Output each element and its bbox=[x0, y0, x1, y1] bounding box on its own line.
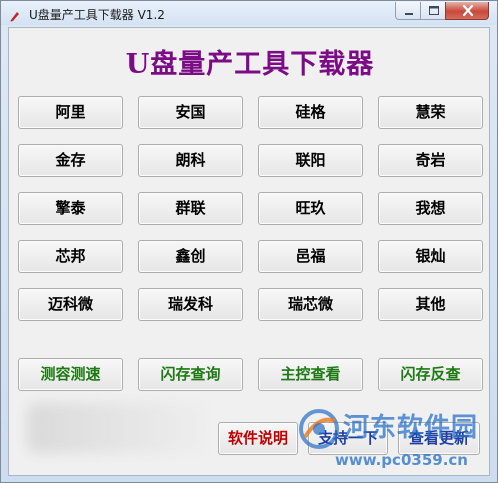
flash-reverse-lookup-button[interactable]: 闪存反查 bbox=[378, 358, 483, 391]
vendor-button-woxiang[interactable]: 我想 bbox=[378, 192, 483, 225]
minimize-button[interactable] bbox=[395, 2, 421, 20]
manual-button[interactable]: 软件说明 bbox=[218, 422, 298, 455]
page-title: U盘量产工具下载器 bbox=[125, 49, 375, 80]
vendor-button-chipsbank[interactable]: 芯邦 bbox=[18, 240, 123, 273]
vendor-button-other[interactable]: 其他 bbox=[378, 288, 483, 321]
vendor-button-netac[interactable]: 朗科 bbox=[138, 144, 243, 177]
blurred-region bbox=[27, 403, 207, 453]
vendor-button-phison[interactable]: 群联 bbox=[138, 192, 243, 225]
maximize-button[interactable] bbox=[420, 2, 446, 20]
app-window: U盘量产工具下载器 V1.2 U盘量产工具下载器 阿里 安国 硅格 慧荣 金存 … bbox=[0, 0, 498, 483]
close-button[interactable] bbox=[445, 2, 489, 20]
maximize-icon bbox=[429, 6, 439, 15]
controller-view-button[interactable]: 主控查看 bbox=[258, 358, 363, 391]
title-bar[interactable]: U盘量产工具下载器 V1.2 bbox=[1, 1, 497, 25]
capacity-speed-test-button[interactable]: 测容测速 bbox=[18, 358, 123, 391]
app-icon bbox=[9, 7, 21, 22]
watermark-site-name: 河东软件园 bbox=[343, 413, 479, 443]
vendor-button-alibaba[interactable]: 阿里 bbox=[18, 96, 123, 129]
window-title: U盘量产工具下载器 V1.2 bbox=[29, 8, 165, 22]
close-icon bbox=[462, 4, 474, 17]
vendor-button-smi[interactable]: 慧荣 bbox=[378, 96, 483, 129]
minimize-icon bbox=[405, 13, 413, 15]
vendor-button-silicongo[interactable]: 硅格 bbox=[258, 96, 363, 129]
vendor-button-alcor[interactable]: 安国 bbox=[138, 96, 243, 129]
watermark-url: www.pc0359.cn bbox=[335, 451, 468, 469]
vendor-button-maikewei[interactable]: 迈科微 bbox=[18, 288, 123, 321]
vendor-button-ruifake[interactable]: 瑞发科 bbox=[138, 288, 243, 321]
vendor-button-usbest[interactable]: 鑫创 bbox=[138, 240, 243, 273]
watermark-logo-icon bbox=[299, 409, 339, 449]
vendor-button-yifu[interactable]: 邑福 bbox=[258, 240, 363, 273]
flash-query-button[interactable]: 闪存查询 bbox=[138, 358, 243, 391]
vendor-button-skymedi[interactable]: 擎泰 bbox=[18, 192, 123, 225]
vendor-button-innostor[interactable]: 银灿 bbox=[378, 240, 483, 273]
vendor-button-jincun[interactable]: 金存 bbox=[18, 144, 123, 177]
vendor-button-qiyan[interactable]: 奇岩 bbox=[378, 144, 483, 177]
vendor-button-prolific[interactable]: 旺玖 bbox=[258, 192, 363, 225]
vendor-button-ite[interactable]: 联阳 bbox=[258, 144, 363, 177]
vendor-button-rockchip[interactable]: 瑞芯微 bbox=[258, 288, 363, 321]
